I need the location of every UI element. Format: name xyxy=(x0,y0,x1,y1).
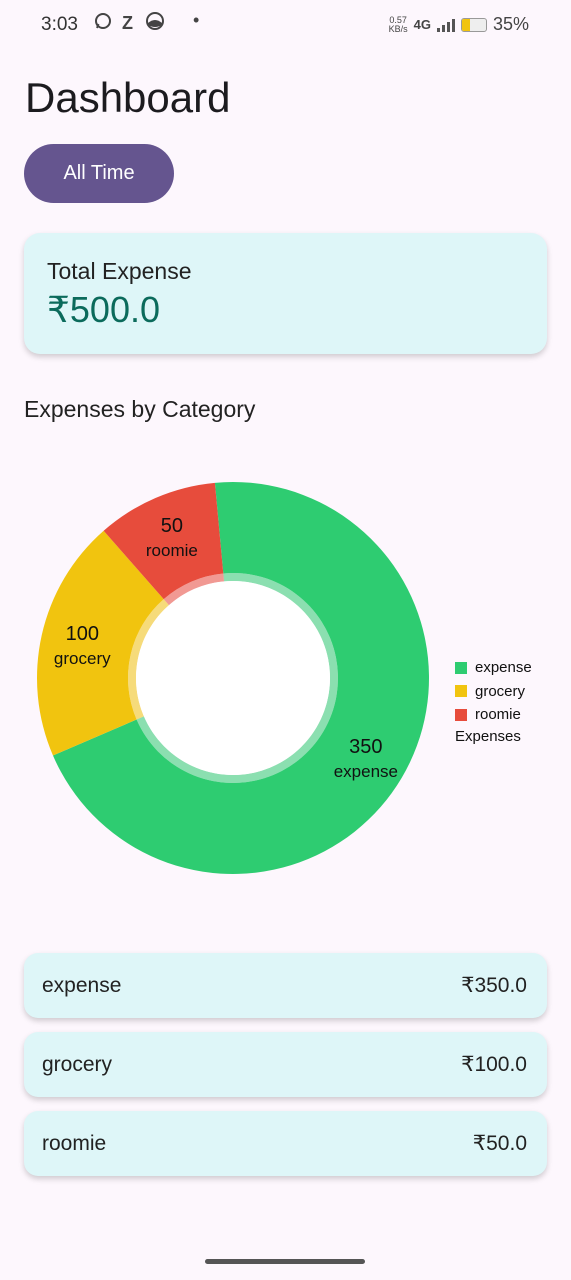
total-expense-card: Total Expense ₹500.0 xyxy=(24,233,547,354)
status-right: 0.57 KB/s 4G 35% xyxy=(389,14,529,35)
category-amount: ₹350.0 xyxy=(461,974,527,997)
category-amount: ₹100.0 xyxy=(461,1053,527,1076)
legend-label: roomie xyxy=(475,706,521,724)
category-card-grocery[interactable]: grocery ₹100.0 xyxy=(24,1032,547,1097)
battery-icon xyxy=(460,17,487,32)
total-expense-value: ₹500.0 xyxy=(47,289,160,330)
legend-title: Expenses xyxy=(455,727,521,745)
app-icon xyxy=(146,12,164,35)
donut-hole xyxy=(136,581,330,775)
signal-icon xyxy=(436,18,455,32)
slice-value-label: 350 xyxy=(349,736,382,758)
slice-value-label: 50 xyxy=(161,515,183,537)
category-amount: ₹50.0 xyxy=(472,1132,527,1155)
legend-item-grocery[interactable]: grocery xyxy=(455,680,532,704)
slice-category-label: grocery xyxy=(54,649,111,668)
status-time: 3:03 xyxy=(41,14,78,35)
legend-label: grocery xyxy=(475,682,526,700)
page-title: Dashboard xyxy=(25,74,231,121)
notification-dot-icon: • xyxy=(193,10,200,30)
legend-label: expense xyxy=(475,659,532,677)
net-speed: 0.57 KB/s xyxy=(388,14,408,34)
whatsapp-icon xyxy=(94,12,112,35)
legend-item-roomie[interactable]: roomie xyxy=(455,703,532,727)
slice-category-label: roomie xyxy=(146,541,198,560)
z-app-icon: Z xyxy=(122,13,133,33)
chart-legend: expense grocery roomie Expenses xyxy=(455,656,532,745)
slice-value-label: 100 xyxy=(66,623,99,645)
legend-item-expense[interactable]: expense xyxy=(455,656,532,680)
home-indicator[interactable] xyxy=(205,1259,365,1264)
category-card-roomie[interactable]: roomie ₹50.0 xyxy=(24,1111,547,1176)
category-card-expense[interactable]: expense ₹350.0 xyxy=(24,953,547,1018)
battery-text: 35% xyxy=(492,14,529,34)
legend-swatch xyxy=(455,708,467,721)
category-name: grocery xyxy=(42,1053,113,1076)
category-name: roomie xyxy=(42,1132,107,1155)
time-filter-button[interactable]: All Time xyxy=(24,144,174,203)
category-name: expense xyxy=(42,974,122,997)
legend-swatch xyxy=(455,661,467,674)
slice-category-label: expense xyxy=(334,762,398,781)
chart-section-title: Expenses by Category xyxy=(24,396,256,422)
status-bar: 3:03 Z • 0.57 KB/s 4G 35% xyxy=(0,0,571,50)
network-type: 4G xyxy=(413,17,431,32)
legend-swatch xyxy=(455,685,467,698)
total-expense-label: Total Expense xyxy=(47,258,192,284)
